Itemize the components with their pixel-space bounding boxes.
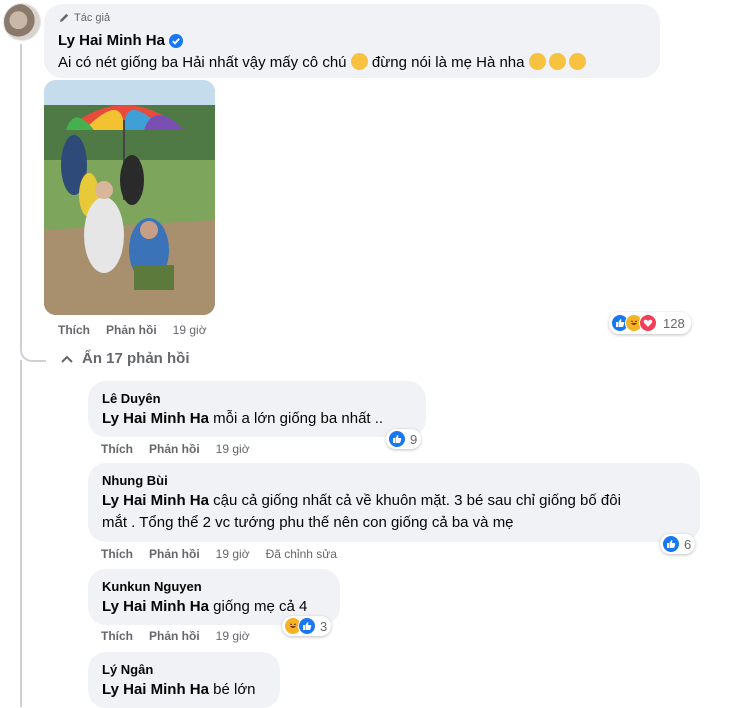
like-reaction-icon bbox=[298, 617, 316, 635]
reply-actions-2: Thích Phản hồi 19 giờ Đã chỉnh sửa bbox=[101, 547, 353, 561]
reply-text-2: Ly Hai Minh Ha cậu cả giống nhất cả về k… bbox=[102, 490, 621, 512]
like-reaction-icon bbox=[388, 430, 406, 448]
mention-link[interactable]: Ly Hai Minh Ha bbox=[102, 681, 209, 698]
reply-button[interactable]: Phản hồi bbox=[106, 323, 157, 337]
author-row: Ly Hai Minh Ha bbox=[58, 32, 183, 49]
family-photo-image bbox=[44, 80, 215, 315]
mention-link[interactable]: Ly Hai Minh Ha bbox=[102, 492, 209, 509]
reply-text-1: Ly Hai Minh Ha mỗi a lớn giống ba nhất .… bbox=[102, 408, 383, 430]
reply-actions-1: Thích Phản hồi 19 giờ bbox=[101, 442, 266, 456]
reply-author-2[interactable]: Nhung Bùi bbox=[102, 473, 168, 488]
love-reaction-icon bbox=[639, 314, 657, 332]
reply-button[interactable]: Phản hồi bbox=[149, 442, 200, 456]
reply-author-3[interactable]: Kunkun Nguyen bbox=[102, 579, 202, 594]
reaction-count: 6 bbox=[684, 536, 692, 552]
reply-reactions-1[interactable]: 9 bbox=[386, 429, 422, 449]
like-button[interactable]: Thích bbox=[58, 323, 90, 337]
main-comment-text-part1: Ai có nét giống ba Hải nhất vậy mấy cô c… bbox=[58, 54, 347, 71]
reply-bubble-1: Lê Duyên Ly Hai Minh Ha mỗi a lớn giống … bbox=[88, 381, 426, 437]
hide-replies-label: Ẩn 17 phản hồi bbox=[82, 350, 190, 367]
comment-timestamp[interactable]: 19 giờ bbox=[173, 323, 207, 337]
main-comment-actions: Thích Phản hồi 19 giờ bbox=[58, 323, 223, 337]
thread-connector bbox=[20, 338, 46, 362]
reply-bubble-2: Nhung Bùi Ly Hai Minh Ha cậu cả giống nh… bbox=[88, 463, 700, 542]
pen-icon bbox=[60, 13, 69, 22]
main-comment-text: Ai có nét giống ba Hải nhất vậy mấy cô c… bbox=[58, 52, 586, 74]
reply-author-4[interactable]: Lý Ngân bbox=[102, 662, 153, 677]
thread-line bbox=[20, 44, 22, 344]
mention-link[interactable]: Ly Hai Minh Ha bbox=[102, 598, 209, 615]
grin-emoji-icon bbox=[350, 53, 368, 70]
chevron-up-icon bbox=[61, 355, 73, 363]
reply-reactions-3[interactable]: 3 bbox=[282, 616, 332, 636]
reply-actions-3: Thích Phản hồi 19 giờ bbox=[101, 629, 266, 643]
main-comment-bubble: Tác giả Ly Hai Minh Ha Ai có nét giống b… bbox=[44, 4, 660, 78]
reply-text-content-2b: mắt . Tổng thể 2 vc tướng phu thế nên co… bbox=[102, 514, 514, 531]
laugh-emoji-icon bbox=[528, 53, 546, 70]
reply-button[interactable]: Phản hồi bbox=[149, 629, 200, 643]
thread-line-continued bbox=[20, 360, 22, 707]
main-comment-text-part2: đừng nói là mẹ Hà nha bbox=[371, 54, 525, 71]
reply-text-content-2: cậu cả giống nhất cả về khuôn mặt. 3 bé … bbox=[213, 492, 621, 509]
reply-reactions-2[interactable]: 6 bbox=[660, 534, 696, 554]
comment-timestamp[interactable]: 19 giờ bbox=[216, 629, 250, 643]
author-avatar[interactable] bbox=[3, 3, 41, 41]
reply-text-content-3: giống mẹ cả 4 bbox=[213, 598, 308, 615]
reply-text-4: Ly Hai Minh Ha bé lớn bbox=[102, 679, 256, 701]
reaction-count: 3 bbox=[320, 618, 328, 634]
reply-bubble-4: Lý Ngân Ly Hai Minh Ha bé lớn bbox=[88, 652, 280, 708]
reply-author-1[interactable]: Lê Duyên bbox=[102, 391, 161, 406]
like-button[interactable]: Thích bbox=[101, 547, 133, 561]
edited-label[interactable]: Đã chỉnh sửa bbox=[266, 547, 337, 561]
mention-link[interactable]: Ly Hai Minh Ha bbox=[102, 410, 209, 427]
author-badge-label: Tác giả bbox=[74, 12, 111, 24]
reply-text-content-1: mỗi a lớn giống ba nhất .. bbox=[213, 410, 384, 427]
reaction-count: 128 bbox=[663, 315, 685, 331]
hide-replies-toggle[interactable]: Ẩn 17 phản hồi bbox=[60, 350, 190, 367]
like-button[interactable]: Thích bbox=[101, 629, 133, 643]
comment-photo[interactable] bbox=[44, 80, 215, 315]
comment-timestamp[interactable]: 19 giờ bbox=[216, 442, 250, 456]
reaction-count: 9 bbox=[410, 431, 418, 447]
laugh-emoji-icon bbox=[568, 53, 586, 70]
laugh-emoji-icon bbox=[548, 53, 566, 70]
author-name[interactable]: Ly Hai Minh Ha bbox=[58, 32, 165, 49]
main-reactions[interactable]: 128 bbox=[609, 312, 691, 334]
like-reaction-icon bbox=[662, 535, 680, 553]
like-button[interactable]: Thích bbox=[101, 442, 133, 456]
reply-button[interactable]: Phản hồi bbox=[149, 547, 200, 561]
author-badge: Tác giả bbox=[58, 12, 110, 24]
reply-text-3: Ly Hai Minh Ha giống mẹ cả 4 bbox=[102, 596, 307, 618]
reply-text-content-4: bé lớn bbox=[213, 681, 256, 698]
verified-icon bbox=[168, 33, 183, 48]
comment-timestamp[interactable]: 19 giờ bbox=[216, 547, 250, 561]
